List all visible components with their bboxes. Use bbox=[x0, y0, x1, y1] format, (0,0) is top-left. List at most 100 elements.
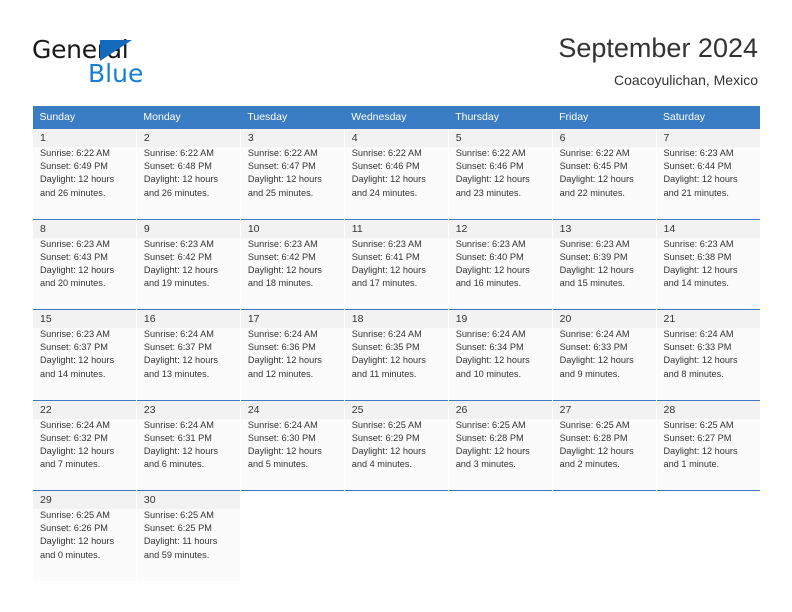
day-cell[interactable]: Sunrise: 6:25 AM Sunset: 6:29 PM Daylight:… bbox=[343, 418, 449, 491]
weekday-header-saturday: Saturday bbox=[656, 106, 760, 129]
day-cell[interactable]: Sunrise: 6:22 AM Sunset: 6:45 PM Daylight:… bbox=[551, 147, 657, 219]
sunset-text: Sunset: 6:35 PM bbox=[351, 342, 420, 353]
sunset-text: Sunset: 6:45 PM bbox=[559, 161, 628, 172]
day-number[interactable]: 5 bbox=[447, 128, 553, 147]
daylight-text: Daylight: 12 hours and 26 minutes. bbox=[143, 174, 218, 198]
weekday-header-sunday: Sunday bbox=[32, 106, 137, 129]
day-cell[interactable]: Sunrise: 6:24 AM Sunset: 6:31 PM Daylight:… bbox=[135, 418, 241, 491]
day-cell[interactable]: Sunrise: 6:24 AM Sunset: 6:33 PM Daylight:… bbox=[655, 328, 760, 400]
daylight-text: Daylight: 12 hours and 23 minutes. bbox=[455, 174, 530, 198]
day-number[interactable]: 9 bbox=[135, 218, 241, 238]
daylight-text: Daylight: 12 hours and 19 minutes. bbox=[143, 264, 218, 289]
day-cell[interactable]: Sunrise: 6:25 AM Sunset: 6:27 PM Daylight:… bbox=[655, 418, 760, 491]
week-detail-row: Sunrise: 6:23 AM Sunset: 6:43 PM Daylight:… bbox=[32, 237, 760, 310]
calendar-page: General Blue September 2024 Coacoyulicha… bbox=[0, 0, 792, 612]
day-number[interactable]: 3 bbox=[239, 128, 345, 147]
daylight-text: Daylight: 12 hours and 15 minutes. bbox=[559, 264, 634, 289]
day-cell[interactable]: Sunrise: 6:25 AM Sunset: 6:28 PM Daylight:… bbox=[447, 418, 553, 491]
day-number[interactable]: 30 bbox=[135, 490, 241, 509]
sunrise-text: Sunrise: 6:24 AM bbox=[40, 419, 110, 430]
day-cell[interactable]: Sunrise: 6:23 AM Sunset: 6:42 PM Daylight:… bbox=[239, 237, 345, 310]
daylight-text: Daylight: 12 hours and 0 minutes. bbox=[40, 536, 115, 560]
day-cell[interactable]: Sunrise: 6:23 AM Sunset: 6:44 PM Daylight:… bbox=[655, 147, 760, 219]
daylight-text: Daylight: 12 hours and 14 minutes. bbox=[663, 264, 738, 289]
day-number[interactable]: 15 bbox=[32, 309, 137, 328]
day-number[interactable]: 7 bbox=[655, 128, 760, 147]
day-number-empty bbox=[239, 490, 345, 509]
day-number[interactable]: 10 bbox=[239, 218, 345, 238]
day-cell-empty bbox=[655, 509, 760, 581]
daylight-text: Daylight: 12 hours and 18 minutes. bbox=[247, 264, 322, 289]
day-cell[interactable]: Sunrise: 6:24 AM Sunset: 6:33 PM Daylight:… bbox=[551, 328, 657, 400]
day-cell[interactable]: Sunrise: 6:23 AM Sunset: 6:39 PM Daylight:… bbox=[551, 237, 657, 310]
daylight-text: Daylight: 11 hours and 59 minutes. bbox=[143, 536, 218, 560]
day-cell[interactable]: Sunrise: 6:23 AM Sunset: 6:37 PM Daylight:… bbox=[32, 328, 137, 400]
day-number[interactable]: 12 bbox=[447, 218, 553, 238]
day-number[interactable]: 25 bbox=[343, 399, 449, 419]
day-cell[interactable]: Sunrise: 6:22 AM Sunset: 6:49 PM Daylight:… bbox=[32, 147, 137, 219]
day-number[interactable]: 27 bbox=[551, 399, 657, 419]
day-number[interactable]: 2 bbox=[135, 128, 241, 147]
day-cell[interactable]: Sunrise: 6:24 AM Sunset: 6:32 PM Daylight:… bbox=[32, 418, 137, 491]
day-cell[interactable]: Sunrise: 6:22 AM Sunset: 6:46 PM Daylight:… bbox=[447, 147, 553, 219]
day-number[interactable]: 6 bbox=[551, 128, 657, 147]
sunset-text: Sunset: 6:36 PM bbox=[247, 342, 316, 353]
daylight-text: Daylight: 12 hours and 21 minutes. bbox=[663, 174, 738, 198]
day-number[interactable]: 21 bbox=[655, 309, 760, 328]
day-cell[interactable]: Sunrise: 6:24 AM Sunset: 6:35 PM Daylight:… bbox=[343, 328, 449, 400]
sunrise-text: Sunrise: 6:24 AM bbox=[559, 329, 630, 339]
day-cell[interactable]: Sunrise: 6:23 AM Sunset: 6:38 PM Daylight:… bbox=[655, 237, 760, 310]
day-number[interactable]: 11 bbox=[343, 218, 449, 238]
day-number[interactable]: 4 bbox=[343, 128, 449, 147]
week-detail-row: Sunrise: 6:22 AM Sunset: 6:49 PM Daylight:… bbox=[32, 147, 760, 219]
daylight-text: Daylight: 12 hours and 17 minutes. bbox=[351, 264, 426, 289]
page-header: General Blue September 2024 Coacoyulicha… bbox=[0, 0, 792, 100]
sunrise-text: Sunrise: 6:23 AM bbox=[663, 148, 734, 158]
day-cell[interactable]: Sunrise: 6:24 AM Sunset: 6:37 PM Daylight:… bbox=[135, 328, 241, 400]
logo-text-blue: Blue bbox=[88, 59, 144, 88]
day-number[interactable]: 19 bbox=[447, 309, 553, 328]
sunset-text: Sunset: 6:46 PM bbox=[351, 161, 420, 172]
day-number[interactable]: 8 bbox=[32, 218, 137, 238]
day-cell[interactable]: Sunrise: 6:22 AM Sunset: 6:47 PM Daylight:… bbox=[239, 147, 345, 219]
day-cell[interactable]: Sunrise: 6:25 AM Sunset: 6:26 PM Daylight:… bbox=[32, 509, 137, 581]
day-number[interactable]: 24 bbox=[239, 399, 345, 419]
day-number[interactable]: 29 bbox=[32, 490, 137, 509]
day-number[interactable]: 1 bbox=[32, 128, 137, 147]
day-cell[interactable]: Sunrise: 6:24 AM Sunset: 6:34 PM Daylight:… bbox=[447, 328, 553, 400]
sunset-text: Sunset: 6:37 PM bbox=[40, 342, 108, 353]
sunrise-text: Sunrise: 6:24 AM bbox=[247, 329, 318, 339]
sunrise-text: Sunrise: 6:24 AM bbox=[663, 329, 734, 339]
day-number[interactable]: 28 bbox=[655, 399, 760, 419]
day-number[interactable]: 13 bbox=[551, 218, 657, 238]
sunset-text: Sunset: 6:43 PM bbox=[40, 251, 108, 262]
sunset-text: Sunset: 6:38 PM bbox=[663, 251, 732, 262]
daylight-text: Daylight: 12 hours and 1 minute. bbox=[663, 445, 738, 470]
day-cell[interactable]: Sunrise: 6:22 AM Sunset: 6:48 PM Daylight:… bbox=[135, 147, 241, 219]
day-cell[interactable]: Sunrise: 6:23 AM Sunset: 6:41 PM Daylight:… bbox=[343, 237, 449, 310]
day-cell[interactable]: Sunrise: 6:23 AM Sunset: 6:40 PM Daylight:… bbox=[447, 237, 553, 310]
weekday-header-tuesday: Tuesday bbox=[240, 106, 345, 129]
calendar-table: Sunday Monday Tuesday Wednesday Thursday… bbox=[32, 106, 760, 581]
day-cell[interactable]: Sunrise: 6:25 AM Sunset: 6:25 PM Daylight:… bbox=[135, 509, 241, 581]
day-number[interactable]: 14 bbox=[655, 218, 760, 238]
day-cell[interactable]: Sunrise: 6:24 AM Sunset: 6:36 PM Daylight:… bbox=[239, 328, 345, 400]
day-cell[interactable]: Sunrise: 6:23 AM Sunset: 6:43 PM Daylight:… bbox=[32, 237, 137, 310]
day-number[interactable]: 23 bbox=[135, 399, 241, 419]
day-cell[interactable]: Sunrise: 6:25 AM Sunset: 6:28 PM Daylight:… bbox=[551, 418, 657, 491]
day-number[interactable]: 17 bbox=[239, 309, 345, 328]
day-number[interactable]: 20 bbox=[551, 309, 657, 328]
daylight-text: Daylight: 12 hours and 24 minutes. bbox=[351, 174, 426, 198]
day-number[interactable]: 22 bbox=[32, 399, 137, 419]
sunrise-text: Sunrise: 6:22 AM bbox=[40, 148, 110, 158]
day-cell[interactable]: Sunrise: 6:23 AM Sunset: 6:42 PM Daylight:… bbox=[135, 237, 241, 310]
day-number[interactable]: 18 bbox=[343, 309, 449, 328]
day-number[interactable]: 16 bbox=[135, 309, 241, 328]
day-cell[interactable]: Sunrise: 6:24 AM Sunset: 6:30 PM Daylight:… bbox=[239, 418, 345, 491]
general-blue-logo[interactable]: General Blue bbox=[32, 36, 162, 88]
sunset-text: Sunset: 6:26 PM bbox=[40, 523, 108, 534]
day-cell-empty bbox=[343, 509, 449, 581]
daylight-text: Daylight: 12 hours and 14 minutes. bbox=[40, 355, 115, 379]
day-number[interactable]: 26 bbox=[447, 399, 553, 419]
day-cell[interactable]: Sunrise: 6:22 AM Sunset: 6:46 PM Daylight:… bbox=[343, 147, 449, 219]
